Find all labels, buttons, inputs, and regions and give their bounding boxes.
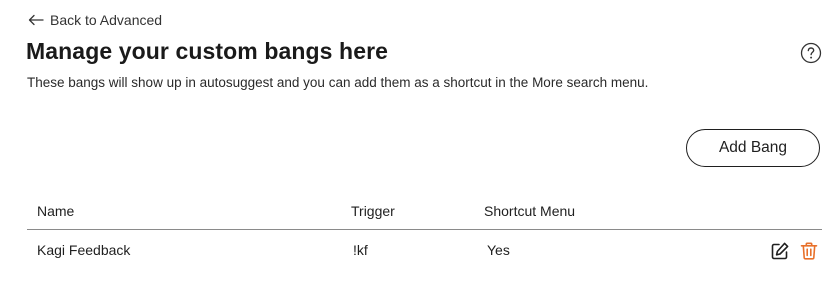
bang-name: Kagi Feedback	[37, 242, 131, 258]
column-header-trigger: Trigger	[351, 203, 395, 219]
arrow-left-icon	[28, 14, 44, 26]
table-row: Kagi Feedback !kf Yes	[27, 230, 822, 270]
page-subtitle: These bangs will show up in autosuggest …	[27, 75, 649, 90]
help-circle-icon[interactable]	[800, 42, 822, 64]
custom-bangs-page: Back to Advanced Manage your custom bang…	[0, 0, 829, 293]
edit-icon[interactable]	[770, 241, 790, 261]
row-actions	[770, 241, 819, 261]
bang-trigger: !kf	[353, 242, 368, 258]
page-title: Manage your custom bangs here	[26, 38, 389, 64]
column-header-shortcut-menu: Shortcut Menu	[484, 203, 576, 219]
add-bang-button[interactable]: Add Bang	[686, 129, 820, 167]
table-header-row: Name Trigger Shortcut Menu	[27, 195, 822, 230]
back-link-label: Back to Advanced	[50, 12, 163, 28]
bangs-table: Name Trigger Shortcut Menu Kagi Feedback…	[27, 195, 822, 270]
bang-shortcut-menu: Yes	[487, 242, 510, 258]
trash-icon[interactable]	[799, 241, 819, 261]
back-to-advanced-link[interactable]: Back to Advanced	[28, 12, 162, 28]
column-header-name: Name	[37, 203, 75, 219]
